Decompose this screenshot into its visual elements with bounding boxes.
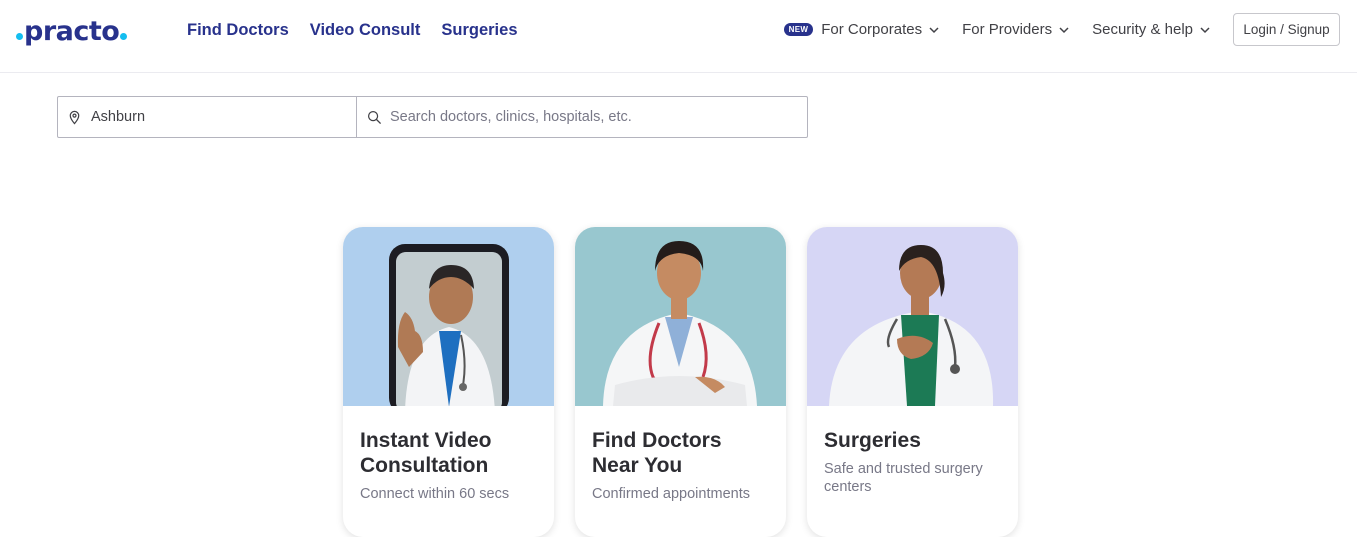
location-input[interactable] — [91, 109, 356, 125]
search-input[interactable] — [390, 109, 807, 125]
for-providers-dropdown[interactable]: For Providers — [962, 21, 1070, 38]
service-cards: Instant Video Consultation Connect withi… — [343, 227, 1018, 537]
nav-find-doctors[interactable]: Find Doctors — [187, 21, 289, 40]
logo-dot-right — [120, 33, 128, 40]
logo-dot-left — [16, 33, 23, 40]
card-subtitle: Connect within 60 secs — [360, 486, 510, 502]
doctor-phone-image — [389, 244, 509, 406]
card-body: Find Doctors Near You Confirmed appointm… — [575, 406, 786, 503]
main-nav: Find Doctors Video Consult Surgeries — [187, 21, 518, 40]
chevron-down-icon — [1059, 26, 1069, 33]
right-nav: NEW For Corporates For Providers Securit… — [783, 13, 1340, 46]
find-doctors-illustration — [575, 227, 786, 406]
surgeon-image — [829, 245, 994, 406]
location-field[interactable] — [58, 97, 357, 137]
nav-video-consult[interactable]: Video Consult — [310, 21, 421, 40]
security-help-label: Security & help — [1092, 21, 1193, 38]
top-header: practo Find Doctors Video Consult Surger… — [0, 0, 1357, 73]
nav-surgeries[interactable]: Surgeries — [441, 21, 517, 40]
surgeries-illustration — [807, 227, 1018, 406]
new-badge: NEW — [783, 23, 814, 36]
video-consult-illustration — [343, 227, 554, 406]
card-title: Surgeries — [824, 429, 921, 452]
card-subtitle: Safe and trusted surgery centers — [824, 461, 983, 495]
card-title: Instant Video Consultation — [360, 429, 492, 477]
for-providers-label: For Providers — [962, 21, 1053, 38]
card-subtitle: Confirmed appointments — [592, 486, 750, 502]
card-body: Surgeries Safe and trusted surgery cente… — [807, 406, 1018, 496]
for-corporates-dropdown[interactable]: NEW For Corporates — [783, 21, 940, 38]
for-corporates-label: For Corporates — [821, 21, 923, 38]
security-help-dropdown[interactable]: Security & help — [1092, 21, 1211, 38]
card-title: Find Doctors Near You — [592, 429, 722, 477]
location-pin-icon — [69, 110, 80, 125]
card-instant-video-consultation[interactable]: Instant Video Consultation Connect withi… — [343, 227, 554, 537]
card-surgeries[interactable]: Surgeries Safe and trusted surgery cente… — [807, 227, 1018, 537]
logo-text: practo — [24, 16, 120, 47]
female-doctor-image — [603, 241, 757, 406]
practo-logo[interactable]: practo — [15, 16, 128, 47]
login-signup-button[interactable]: Login / Signup — [1233, 13, 1340, 46]
card-find-doctors-near-you[interactable]: Find Doctors Near You Confirmed appointm… — [575, 227, 786, 537]
query-field[interactable] — [357, 97, 807, 137]
search-icon — [367, 110, 382, 124]
chevron-down-icon — [1200, 26, 1210, 33]
card-body: Instant Video Consultation Connect withi… — [343, 406, 554, 503]
chevron-down-icon — [929, 26, 939, 33]
search-bar — [57, 96, 808, 138]
